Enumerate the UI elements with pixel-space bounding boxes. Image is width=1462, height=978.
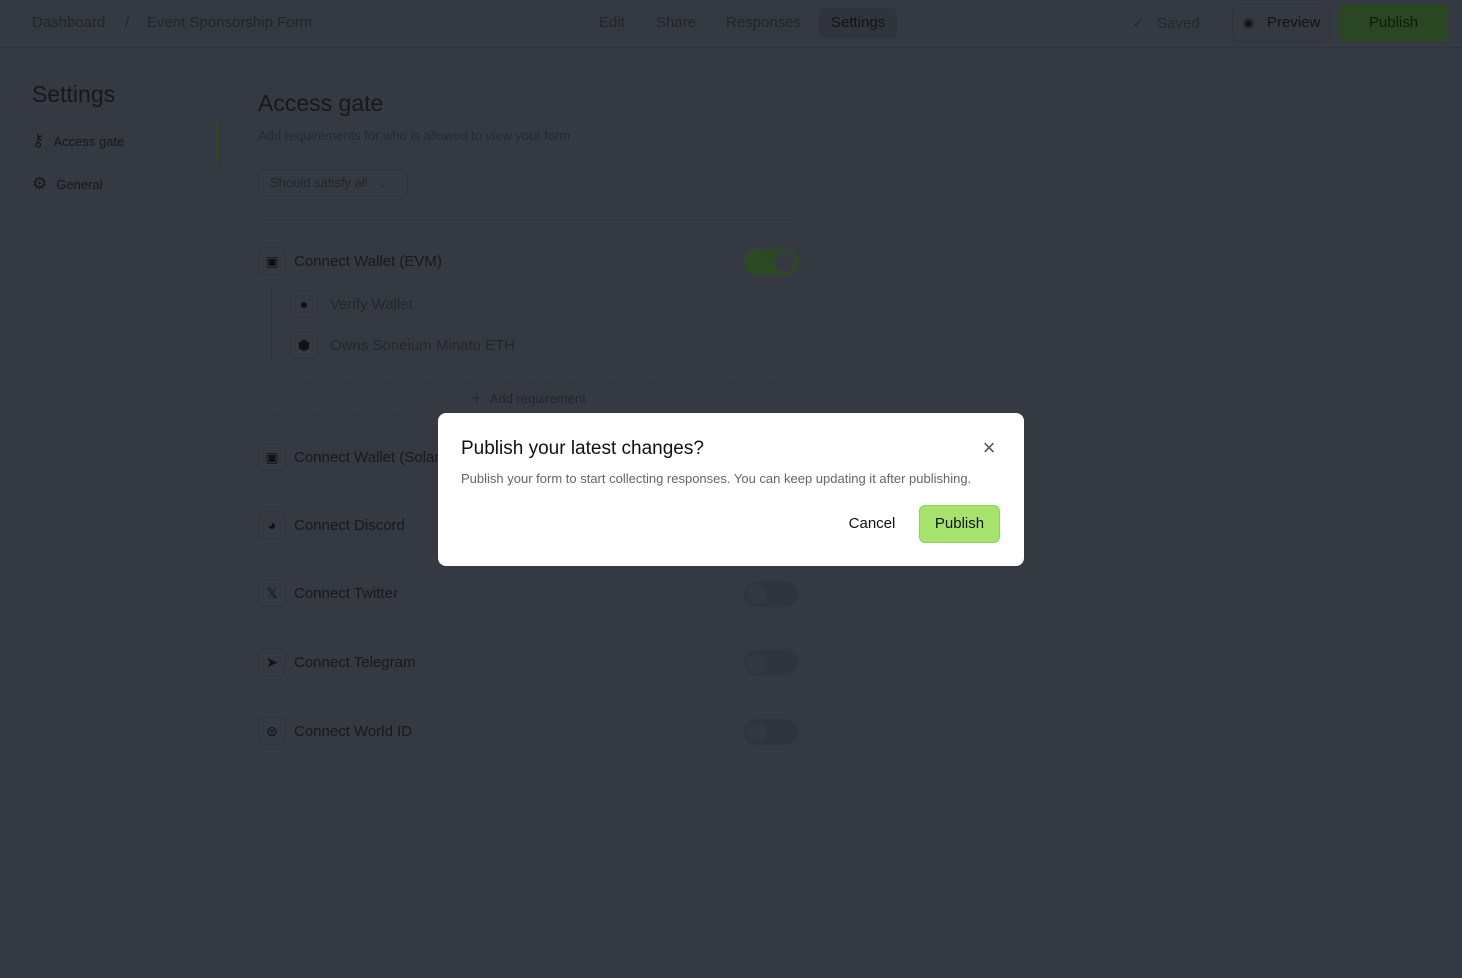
settings-sidebar: Settings ⚷ Access gate ⚙ General xyxy=(0,48,220,978)
confirm-publish-button[interactable]: Publish xyxy=(919,505,1000,543)
requirement-label: Connect Wallet (Solana) xyxy=(294,448,457,466)
requirement-telegram: ➤ Connect Telegram xyxy=(258,648,415,676)
worldid-icon: ⊜ xyxy=(258,717,286,745)
eye-icon: ◉ xyxy=(1243,15,1255,30)
add-requirement-label: Add requirement xyxy=(489,391,586,406)
cancel-button[interactable]: Cancel xyxy=(836,506,908,542)
publish-dialog: Publish your latest changes? Publish you… xyxy=(438,413,1024,566)
requirement-label: Connect Twitter xyxy=(294,584,398,602)
dialog-body: Publish your form to start collecting re… xyxy=(461,471,972,486)
sub-item-owns-eth[interactable]: ⬢ Owns Soneium Minato ETH xyxy=(290,331,515,359)
requirement-worldid: ⊜ Connect World ID xyxy=(258,717,412,745)
toggle-evm[interactable] xyxy=(744,249,798,275)
requirement-evm: ▣ Connect Wallet (EVM) xyxy=(258,247,442,275)
requirement-twitter: 𝕏 Connect Twitter xyxy=(258,579,398,607)
gear-icon: ⚙ xyxy=(32,174,48,193)
requirement-label: Connect Telegram xyxy=(294,653,416,671)
add-requirement-button[interactable]: ＋ Add requirement xyxy=(258,382,798,415)
verify-icon: ● xyxy=(290,290,318,318)
sidebar-item-label: General xyxy=(56,176,103,192)
breadcrumb-separator: / xyxy=(125,14,130,31)
page-subtitle: Add requirements for who is allowed to v… xyxy=(258,128,571,143)
toggle-twitter[interactable] xyxy=(744,581,798,607)
preview-label: Preview xyxy=(1267,14,1321,31)
requirement-label: Connect Discord xyxy=(294,516,405,534)
dialog-title: Publish your latest changes? xyxy=(461,438,704,459)
tab-settings[interactable]: Settings xyxy=(819,8,898,38)
saved-label: Saved xyxy=(1157,15,1200,32)
wallet-icon: ▣ xyxy=(258,443,286,471)
plus-icon: ＋ xyxy=(470,391,484,406)
key-icon: ⚷ xyxy=(32,131,45,150)
tab-edit[interactable]: Edit xyxy=(587,8,637,38)
tab-responses[interactable]: Responses xyxy=(714,8,813,38)
check-icon: ✓ xyxy=(1132,15,1145,32)
chevron-down-icon: ⌄ xyxy=(379,179,387,189)
close-icon[interactable]: × xyxy=(978,437,1000,459)
breadcrumb-form: Event Sponsorship Form xyxy=(147,14,313,31)
toggle-telegram[interactable] xyxy=(744,650,798,676)
breadcrumb-dashboard[interactable]: Dashboard xyxy=(32,14,105,31)
top-bar: Dashboard / Event Sponsorship Form Edit … xyxy=(0,0,1462,48)
cube-icon: ⬢ xyxy=(290,331,318,359)
discord-icon: ◕ xyxy=(258,511,286,539)
sidebar-item-access-gate[interactable]: ⚷ Access gate xyxy=(32,131,124,151)
telegram-icon: ➤ xyxy=(258,648,286,676)
x-twitter-icon: 𝕏 xyxy=(258,579,286,607)
tree-line xyxy=(271,285,272,365)
requirement-solana: ▣ Connect Wallet (Solana) xyxy=(258,443,456,471)
preview-button[interactable]: ◉ Preview xyxy=(1232,4,1330,42)
requirement-label: Connect World ID xyxy=(294,722,413,740)
page-title: Access gate xyxy=(258,90,384,116)
tab-share[interactable]: Share xyxy=(644,8,708,38)
wallet-icon: ▣ xyxy=(258,247,286,275)
requirement-label: Connect Wallet (EVM) xyxy=(294,252,442,270)
divider xyxy=(258,219,798,220)
sub-item-label: Owns Soneium Minato ETH xyxy=(330,336,516,354)
sub-item-label: Verify Wallet xyxy=(330,295,413,313)
requirement-discord: ◕ Connect Discord xyxy=(258,511,405,539)
satisfy-select[interactable]: Should satisfy all ⌄ xyxy=(258,169,408,197)
saved-status: ✓ Saved xyxy=(1132,14,1200,32)
select-value: Should satisfy all xyxy=(270,175,368,190)
sidebar-item-label: Access gate xyxy=(53,133,125,149)
sub-item-verify-wallet[interactable]: ● Verify Wallet xyxy=(290,290,413,318)
toggle-worldid[interactable] xyxy=(744,719,798,745)
sidebar-title: Settings xyxy=(32,81,116,107)
active-indicator xyxy=(216,120,219,162)
publish-button[interactable]: Publish xyxy=(1339,4,1448,42)
sidebar-item-general[interactable]: ⚙ General xyxy=(32,174,103,194)
